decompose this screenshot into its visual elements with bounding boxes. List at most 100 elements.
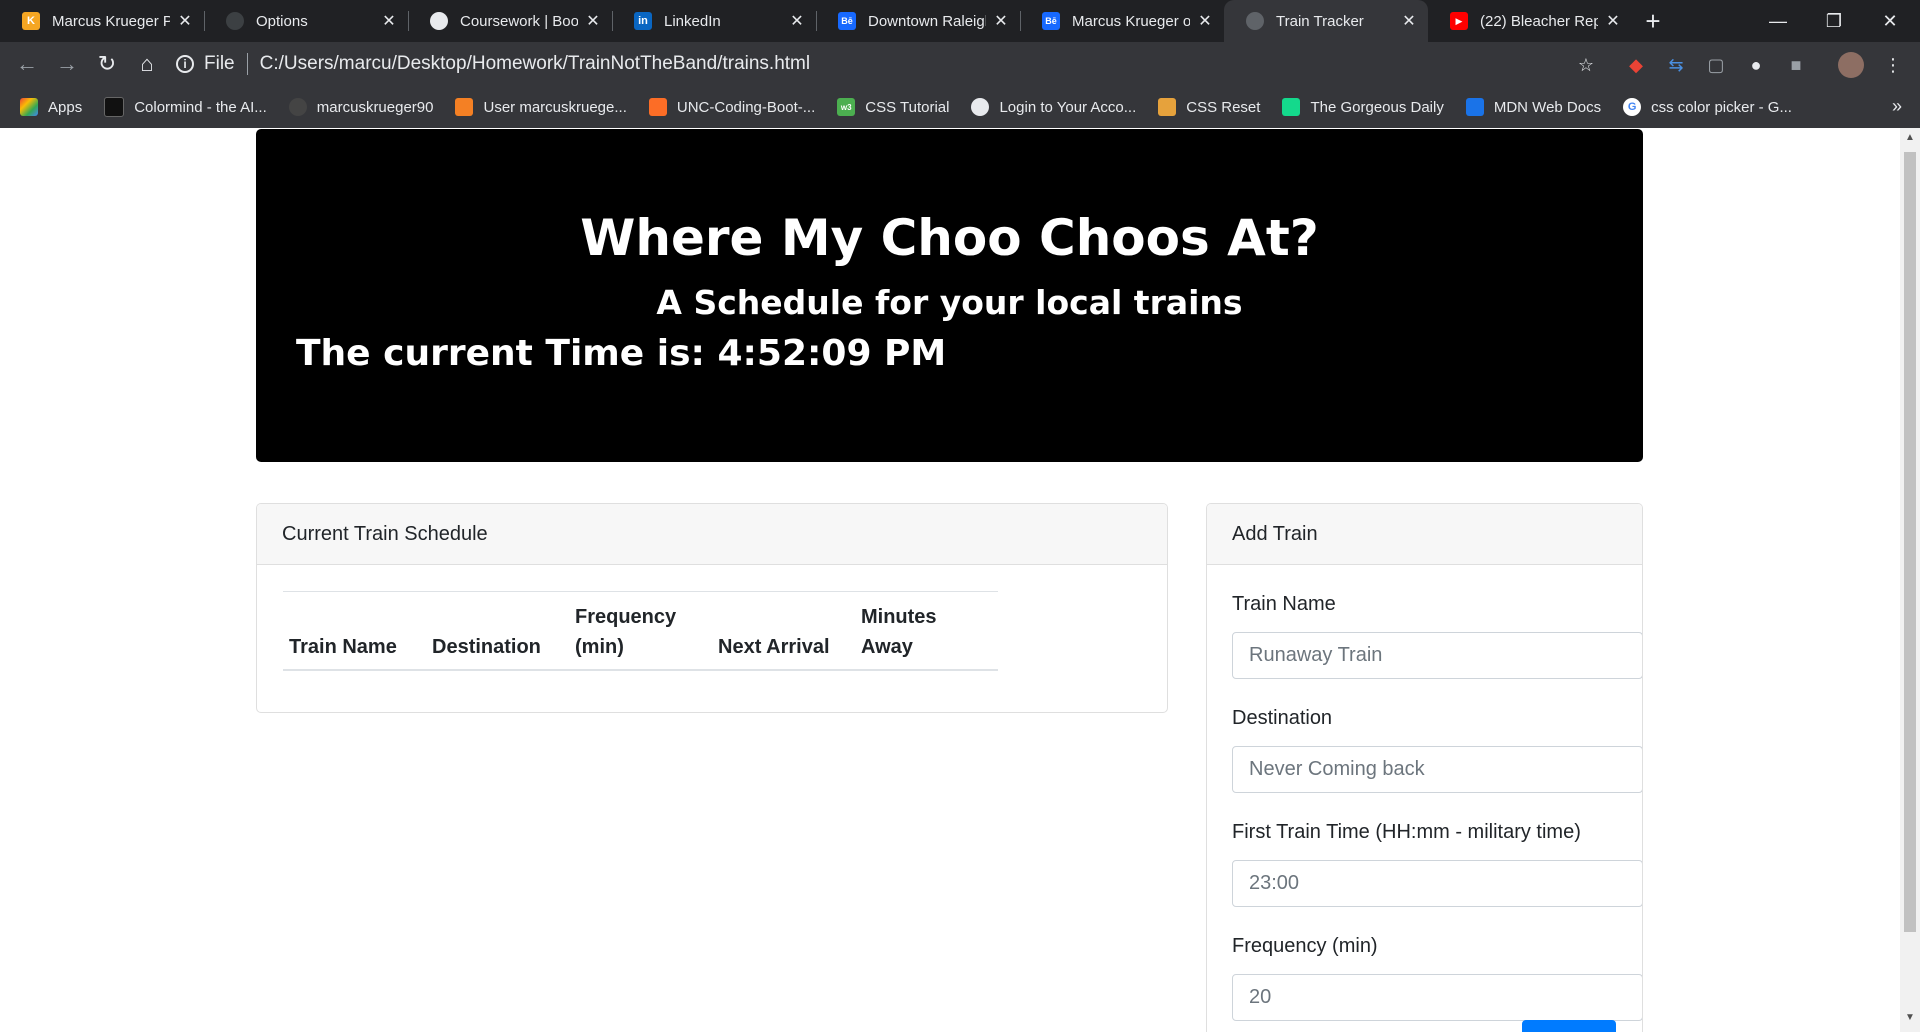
tab-downtown-raleigh[interactable]: Bē Downtown Raleigh ✕: [816, 0, 1020, 42]
address-scheme: File: [204, 53, 235, 74]
extension-square-icon[interactable]: ■: [1783, 52, 1809, 78]
linkedin-icon: in: [634, 12, 652, 30]
close-icon[interactable]: ✕: [1400, 11, 1418, 31]
back-button[interactable]: ←: [7, 44, 47, 84]
column-header-frequency: Frequency (min): [569, 591, 712, 671]
page-title: Where My Choo Choos At?: [580, 209, 1319, 267]
tab-strip: K Marcus Krueger Po ✕ Options ✕ Coursewo…: [0, 0, 1920, 42]
tab-title: LinkedIn: [664, 12, 721, 30]
close-icon[interactable]: ✕: [1196, 11, 1214, 31]
scrollbar-thumb[interactable]: [1904, 152, 1916, 932]
schedule-table: Train Name Destination Frequency (min) N…: [283, 591, 998, 671]
minimize-button[interactable]: —: [1750, 0, 1806, 42]
destination-input[interactable]: [1232, 746, 1642, 793]
bookmark-css-tutorial[interactable]: w3 CSS Tutorial: [837, 98, 949, 116]
letter-k-logo-icon: K: [22, 12, 40, 30]
submit-button[interactable]: [1522, 1020, 1616, 1032]
stackoverflow-icon: [455, 98, 474, 116]
frequency-label: Frequency (min): [1232, 935, 1378, 957]
star-icon[interactable]: ☆: [1573, 52, 1599, 78]
tab-train-tracker[interactable]: Train Tracker ✕: [1224, 0, 1428, 42]
add-train-form: Train Name Destination First Train Time …: [1232, 565, 1642, 1021]
bookmark-css-reset[interactable]: CSS Reset: [1158, 98, 1260, 116]
tab-options[interactable]: Options ✕: [204, 0, 408, 42]
scroll-down-arrow-icon[interactable]: ▼: [1900, 1012, 1920, 1030]
close-icon[interactable]: ✕: [176, 11, 194, 31]
bookmark-mdn[interactable]: MDN Web Docs: [1465, 98, 1602, 116]
bookmark-colormind[interactable]: Colormind - the AI...: [104, 97, 267, 117]
gitlab-icon: [648, 98, 667, 116]
chevron-right-double-icon[interactable]: »: [1892, 96, 1902, 117]
tab-title: Marcus Krueger Po: [52, 12, 170, 30]
forward-button[interactable]: →: [47, 44, 87, 84]
new-tab-button[interactable]: +: [1632, 0, 1674, 42]
column-header-destination: Destination: [426, 591, 569, 671]
page-viewport: Where My Choo Choos At? A Schedule for y…: [0, 128, 1900, 1032]
tab-linkedin[interactable]: in LinkedIn ✕: [612, 0, 816, 42]
schedule-card: Current Train Schedule Train Name Destin…: [256, 503, 1168, 713]
extension-blue-icon[interactable]: ⇆: [1663, 52, 1689, 78]
google-icon: G: [1623, 98, 1642, 116]
tab-title: Options: [256, 12, 308, 30]
bookmark-stackoverflow[interactable]: User marcuskruege...: [455, 98, 627, 116]
github-icon: [288, 98, 307, 116]
bookmark-label: Apps: [48, 98, 83, 116]
destination-label: Destination: [1232, 707, 1333, 729]
colormind-icon: [104, 97, 125, 117]
first-train-time-input[interactable]: [1232, 860, 1642, 907]
add-train-card: Add Train Train Name Destination First T…: [1206, 503, 1643, 1032]
bookmark-login[interactable]: Login to Your Acco...: [971, 98, 1136, 116]
bookmark-gitlab[interactable]: UNC-Coding-Boot-...: [648, 98, 816, 116]
train-name-input[interactable]: [1232, 632, 1642, 679]
pdf-extension-icon[interactable]: ▢: [1703, 52, 1729, 78]
bookmark-css-color-picker[interactable]: G css color picker - G...: [1623, 98, 1792, 116]
column-header-minutes-away: Minutes Away: [855, 591, 998, 671]
globe-icon: [971, 98, 990, 116]
bookmark-label: CSS Reset: [1186, 98, 1261, 116]
address-path: C:/Users/marcu/Desktop/Homework/TrainNot…: [259, 53, 811, 74]
current-time-display: The current Time is: 4:52:09 PM: [296, 333, 947, 374]
schedule-card-header: Current Train Schedule: [257, 504, 1167, 565]
bookmark-label: CSS Tutorial: [865, 98, 950, 116]
bookmark-gorgeous-daily[interactable]: The Gorgeous Daily: [1282, 98, 1444, 116]
bookmark-label: MDN Web Docs: [1493, 98, 1602, 116]
tab-bleacher-report[interactable]: ▶ (22) Bleacher Repo ✕: [1428, 0, 1632, 42]
close-icon[interactable]: ✕: [380, 11, 398, 31]
tab-coursework[interactable]: Coursework | Boot ✕: [408, 0, 612, 42]
reload-button[interactable]: ↻: [87, 44, 127, 84]
close-icon[interactable]: ✕: [788, 11, 806, 31]
menu-dots-icon[interactable]: ⋮: [1880, 52, 1906, 78]
tab-title: (22) Bleacher Repo: [1480, 12, 1598, 30]
add-train-card-header: Add Train: [1207, 504, 1642, 565]
address-bar[interactable]: i File C:/Users/marcu/Desktop/Homework/T…: [176, 46, 1596, 82]
close-icon[interactable]: ✕: [992, 11, 1010, 31]
extension-circle-icon[interactable]: ●: [1743, 52, 1769, 78]
bookmark-label: Colormind - the AI...: [134, 98, 267, 116]
avatar[interactable]: [1838, 52, 1864, 78]
extension-red-icon[interactable]: ◆: [1623, 52, 1649, 78]
tab-marcus-krueger-behance[interactable]: Bē Marcus Krueger or ✕: [1020, 0, 1224, 42]
scroll-up-arrow-icon[interactable]: ▲: [1900, 132, 1920, 150]
bookmark-github[interactable]: marcuskrueger90: [288, 98, 434, 116]
frequency-input[interactable]: [1232, 974, 1642, 1021]
mdn-icon: [1465, 98, 1484, 116]
gorgeous-daily-icon: [1282, 98, 1301, 116]
bookmark-label: User marcuskruege...: [483, 98, 627, 116]
options-icon: [226, 12, 244, 30]
bookmark-apps[interactable]: Apps: [20, 98, 82, 116]
close-icon[interactable]: ✕: [584, 11, 602, 31]
bookmark-label: The Gorgeous Daily: [1310, 98, 1444, 116]
bookmark-label: marcuskrueger90: [316, 98, 434, 116]
youtube-icon: ▶: [1450, 12, 1468, 30]
restore-button[interactable]: ❐: [1806, 0, 1862, 42]
home-button[interactable]: ⌂: [127, 44, 167, 84]
page-scrollbar[interactable]: ▲ ▼: [1900, 128, 1920, 1032]
train-name-label: Train Name: [1232, 593, 1336, 615]
info-icon[interactable]: i: [176, 55, 194, 73]
tab-title: Train Tracker: [1276, 12, 1364, 30]
close-icon[interactable]: ✕: [1604, 11, 1622, 31]
bookmarks-bar: Apps Colormind - the AI... marcuskrueger…: [0, 86, 1920, 128]
tab-marcus-krueger-portfolio[interactable]: K Marcus Krueger Po ✕: [0, 0, 204, 42]
bookmark-label: UNC-Coding-Boot-...: [676, 98, 816, 116]
close-window-button[interactable]: ✕: [1862, 0, 1918, 42]
